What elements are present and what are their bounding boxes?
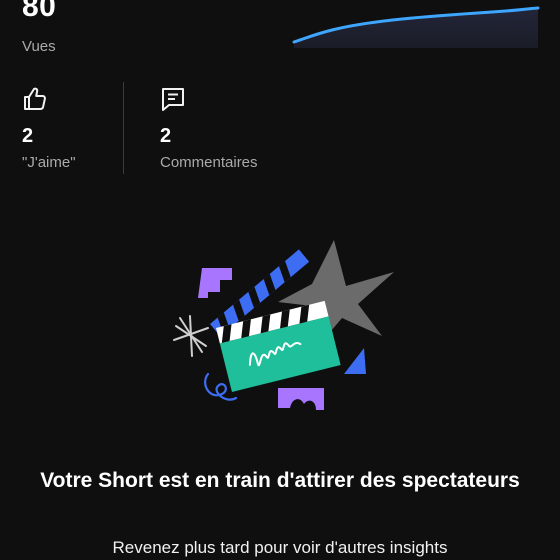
views-label: Vues <box>22 38 56 55</box>
thumbs-up-icon <box>24 87 46 110</box>
comments-label: Commentaires <box>160 154 258 171</box>
purple-zigzag-shape <box>198 268 232 298</box>
comments-value: 2 <box>160 125 172 147</box>
empty-state-subtitle: Revenez plus tard pour voir d'autres ins… <box>112 538 448 557</box>
comment-icon <box>162 88 184 111</box>
views-sparkline <box>292 6 540 48</box>
stats-divider <box>123 82 124 174</box>
sparkline-area <box>294 8 538 48</box>
likes-stat: 2 "J'aime" <box>22 86 76 171</box>
likes-label: "J'aime" <box>22 154 76 171</box>
comments-stat: 2 Commentaires <box>160 86 258 171</box>
clapperboard-illustration <box>173 240 394 410</box>
blue-triangle-shape <box>344 348 366 374</box>
views-value: 80 <box>22 0 57 23</box>
purple-arch-shape <box>278 388 324 410</box>
empty-state-title: Votre Short est en train d'attirer des s… <box>40 469 520 492</box>
likes-value: 2 <box>22 125 34 147</box>
sparkle-shape <box>173 315 209 357</box>
